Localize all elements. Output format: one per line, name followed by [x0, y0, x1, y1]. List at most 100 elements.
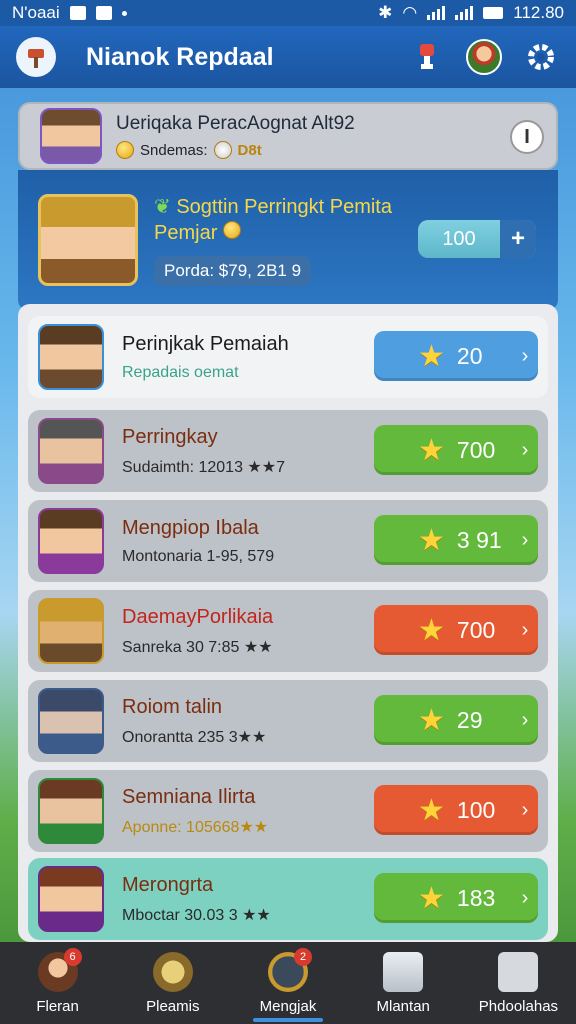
star-icon: ★	[418, 703, 445, 737]
compass-icon: 2	[268, 947, 312, 992]
settings-button[interactable]	[522, 38, 560, 76]
leaderboard-list: Perinjkak Pemaiah Repadais oemat ★ 20 › …	[18, 304, 558, 942]
chevron-right-icon: ›	[521, 618, 529, 641]
score-button[interactable]: ★ 100 ›	[374, 785, 538, 835]
trophy-button[interactable]	[408, 38, 446, 76]
bluetooth-icon: ✱	[378, 3, 393, 22]
player-portrait	[38, 324, 104, 390]
star-icon: ★	[418, 523, 445, 557]
star-icon: ★	[418, 613, 445, 647]
nav-label: Mengjak	[259, 997, 317, 1015]
list-item[interactable]: Perringkay Sudaimth: 12013 ★★7 ★ 700 ›	[28, 410, 548, 492]
star-icon: ★	[418, 881, 445, 915]
battery-icon	[483, 7, 504, 19]
app-title: Nianok Repdaal	[86, 42, 274, 71]
featured-title-line2: Pemjar	[154, 222, 218, 244]
nav-item-fleran[interactable]: 6 Fleran	[0, 942, 115, 1024]
star-icon: ★	[418, 433, 445, 467]
score-value: 700	[456, 436, 496, 463]
nav-item-mengjak[interactable]: 2 Mengjak	[230, 942, 345, 1024]
leaf-icon: ❦	[154, 196, 171, 218]
list-item[interactable]: Semniana Ilirta Aponne: 105668★★ ★ 100 ›	[28, 770, 548, 852]
list-item[interactable]: DaemayPorlikaia Sanreka 30 7:85 ★★ ★ 700…	[28, 590, 548, 672]
featured-portrait	[38, 194, 138, 286]
dot-icon	[121, 10, 127, 16]
gallery-icon	[95, 6, 112, 20]
counter-value: 100	[442, 227, 476, 250]
gear-icon	[528, 44, 554, 70]
nav-label: Mlantan	[376, 997, 430, 1015]
summary-title: Ueriqaka PeracAognat Alt92	[116, 113, 355, 134]
list-item[interactable]: Mengpiop Ibala Montonaria 1-95, 579 ★ 3 …	[28, 500, 548, 582]
summary-subtitle: Sndemas:	[140, 141, 208, 159]
nav-label: Pleamis	[146, 997, 200, 1015]
status-bar: N'oaai ✱ ◠ 112.80	[0, 0, 576, 26]
featured-price: Porda: $79, 2B1 9	[154, 256, 312, 286]
chevron-right-icon: ›	[521, 438, 529, 461]
coin-icon	[222, 221, 241, 239]
notification-badge: 6	[63, 947, 82, 966]
chevron-right-icon: ›	[521, 798, 529, 821]
star-icon: ★	[418, 339, 445, 373]
player-portrait	[38, 508, 104, 574]
list-item[interactable]: Perinjkak Pemaiah Repadais oemat ★ 20 ›	[28, 316, 548, 398]
info-button[interactable]: I	[510, 120, 544, 154]
featured-subtitle: Pemjar	[154, 220, 404, 246]
list-item[interactable]: Merongrta Mboctar 30.03 3 ★★ ★ 183 ›	[28, 858, 548, 940]
score-button[interactable]: ★ 700 ›	[374, 605, 538, 655]
summary-coins: D8t	[237, 141, 262, 159]
score-value: 100	[456, 796, 496, 823]
coin-icon	[116, 141, 134, 159]
chevron-right-icon: ›	[521, 886, 529, 909]
featured-title-line1: Sogttin Perringkt Pemita	[176, 196, 392, 218]
featured-counter[interactable]: 100 +	[418, 220, 536, 258]
brush-icon	[152, 951, 193, 992]
notification-badge: 2	[294, 947, 312, 966]
score-button[interactable]: ★ 20 ›	[374, 331, 538, 381]
nav-item-pleamis[interactable]: Pleamis	[115, 942, 230, 1024]
chevron-right-icon: ›	[521, 708, 529, 731]
signal-icon	[455, 6, 474, 20]
clock-label: 112.80	[513, 3, 564, 22]
score-value: 700	[456, 616, 496, 643]
chevron-right-icon: ›	[521, 344, 529, 367]
featured-title: ❦ Sogttin Perringkt Pemita	[154, 194, 404, 220]
trophy-icon	[420, 44, 434, 69]
profile-avatar[interactable]	[466, 39, 502, 75]
app-bar: Nianok Repdaal	[0, 26, 576, 88]
chevron-right-icon: ›	[521, 528, 529, 551]
hammer-icon	[28, 49, 44, 68]
nav-item-phdoolahas[interactable]: Phdoolahas	[461, 942, 576, 1024]
score-button[interactable]: ★ 3 91 ›	[374, 515, 538, 565]
nav-item-mlantan[interactable]: Mlantan	[346, 942, 461, 1024]
player-portrait	[38, 598, 104, 664]
player-portrait	[38, 866, 104, 932]
add-button[interactable]: +	[500, 220, 536, 258]
score-button[interactable]: ★ 183 ›	[374, 873, 538, 923]
wifi-icon: ◠	[402, 3, 418, 22]
app-logo[interactable]	[16, 37, 56, 77]
summary-card[interactable]: Ueriqaka PeracAognat Alt92 Sndemas: D8t …	[18, 102, 558, 170]
nav-label: Phdoolahas	[478, 997, 559, 1015]
grid-icon	[498, 951, 539, 992]
score-value: 3 91	[456, 526, 502, 553]
score-button[interactable]: ★ 29 ›	[374, 695, 538, 745]
avatar-icon: 6	[37, 947, 82, 992]
coin-icon	[213, 141, 232, 159]
score-button[interactable]: ★ 700 ›	[374, 425, 538, 475]
notification-icon	[69, 6, 86, 20]
star-icon: ★	[418, 793, 445, 827]
carrier-label: N'oaai	[12, 3, 60, 22]
player-portrait	[38, 778, 104, 844]
list-item[interactable]: Roiom talin Onorantta 235 3★★ ★ 29 ›	[28, 680, 548, 762]
notepad-icon	[383, 951, 424, 992]
featured-card[interactable]: ❦ Sogttin Perringkt Pemita Pemjar Porda:…	[18, 170, 558, 310]
score-value: 20	[456, 342, 483, 369]
score-value: 29	[456, 706, 483, 733]
signal-icon	[427, 6, 446, 20]
player-portrait	[38, 688, 104, 754]
nav-label: Fleran	[36, 997, 79, 1015]
bottom-nav: 6 Fleran Pleamis 2 Mengjak Mlantan Phdoo…	[0, 942, 576, 1024]
summary-portrait	[40, 108, 102, 164]
player-portrait	[38, 418, 104, 484]
